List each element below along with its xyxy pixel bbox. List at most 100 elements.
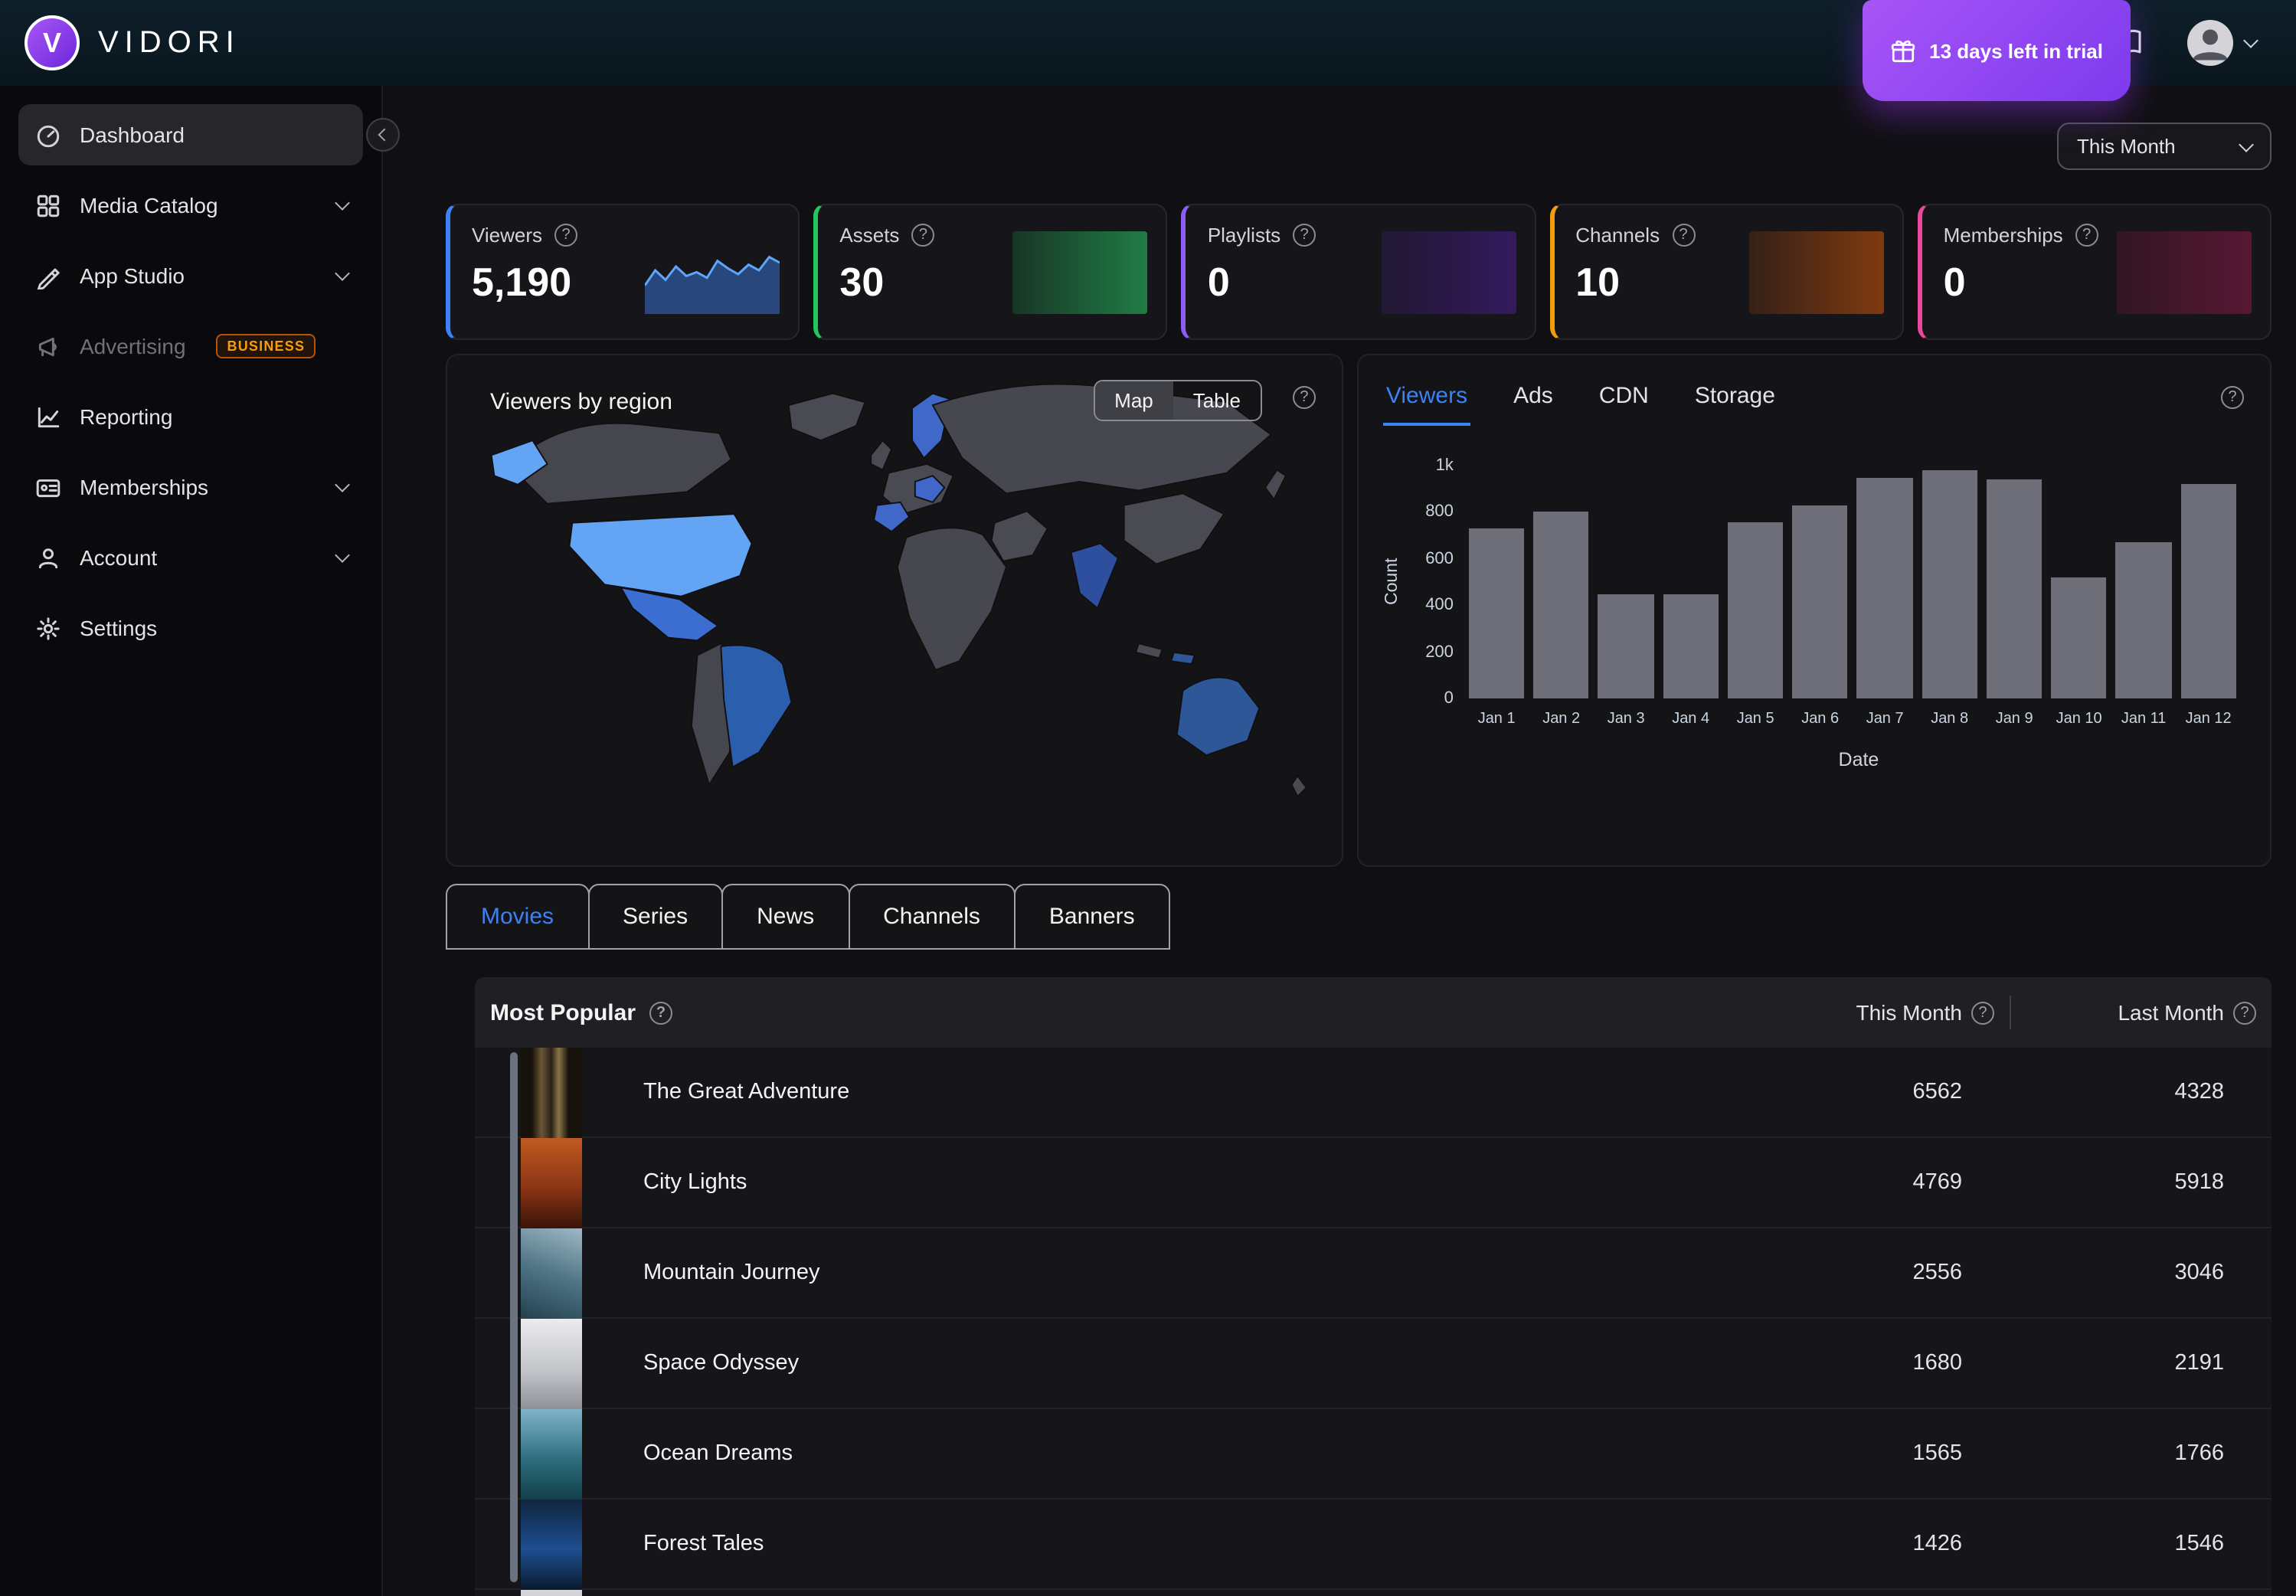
row-this-month-value: 1680	[1749, 1351, 2010, 1375]
brand-name: VIDORI	[98, 25, 240, 61]
row-title: Mountain Journey	[643, 1261, 1749, 1285]
tab-storage[interactable]: Storage	[1692, 377, 1778, 426]
table-title: Most Popular	[490, 999, 636, 1025]
tab-ads[interactable]: Ads	[1510, 377, 1556, 426]
tab-news[interactable]: News	[721, 884, 849, 950]
help-icon[interactable]	[554, 224, 577, 247]
table-row[interactable]: Ocean Dreams15651766	[475, 1409, 2271, 1500]
gift-icon	[1889, 38, 1915, 64]
bar-jan-2	[1533, 512, 1589, 698]
business-badge: BUSINESS	[217, 334, 316, 358]
sidebar-item-reporting[interactable]: Reporting	[18, 386, 363, 447]
table-row[interactable]: The Great Adventure65624328	[475, 1048, 2271, 1138]
x-tick-label: Jan 10	[2051, 711, 2107, 728]
table-scrollbar[interactable]	[510, 1052, 518, 1582]
row-this-month-value: 2556	[1749, 1261, 2010, 1285]
trial-countdown-button[interactable]: 13 days left in trial	[1862, 0, 2131, 101]
sidebar-item-app-studio[interactable]: App Studio	[18, 245, 363, 306]
help-icon[interactable]	[2221, 386, 2244, 409]
tab-movies[interactable]: Movies	[446, 884, 589, 950]
bar-jan-5	[1728, 522, 1784, 698]
period-select[interactable]: This Month	[2057, 123, 2271, 170]
viewers-by-region-panel: Viewers by region Map Table	[446, 354, 1343, 867]
x-tick-label: Jan 9	[1987, 711, 2043, 728]
chart-icon	[34, 403, 61, 430]
bar-jan-8	[1922, 470, 1977, 698]
playlists-sparkline	[1381, 231, 1516, 314]
sidebar-item-settings[interactable]: Settings	[18, 597, 363, 659]
stat-cards-row: Viewers 5,190 Assets 30 Playlists 0 Chan…	[446, 204, 2271, 340]
stat-label: Playlists	[1208, 224, 1280, 247]
row-thumbnail	[521, 1228, 582, 1318]
x-tick-label: Jan 4	[1663, 711, 1719, 728]
help-icon[interactable]	[649, 1001, 672, 1024]
bar-jan-4	[1663, 594, 1719, 698]
period-value: This Month	[2077, 135, 2176, 158]
bar-jan-9	[1987, 479, 2043, 698]
sidebar-item-memberships[interactable]: Memberships	[18, 456, 363, 518]
map-canada	[518, 424, 731, 504]
toggle-map[interactable]: Map	[1094, 381, 1173, 420]
row-thumbnail	[521, 1137, 582, 1228]
memberships-sparkline	[2117, 231, 2252, 314]
tab-banners[interactable]: Banners	[1014, 884, 1170, 950]
tab-cdn[interactable]: CDN	[1596, 377, 1652, 426]
viewers-sparkline	[645, 231, 780, 314]
id-card-icon	[34, 473, 61, 501]
help-icon[interactable]	[1293, 386, 1316, 409]
row-title: The Great Adventure	[643, 1080, 1749, 1104]
map-india	[1071, 544, 1117, 609]
map-uk	[871, 440, 891, 469]
sidebar-collapse-button[interactable]	[366, 118, 400, 152]
row-title: Ocean Dreams	[643, 1441, 1749, 1466]
map-middle-east	[992, 511, 1048, 561]
table-row[interactable]: Forest Tales14261546	[475, 1500, 2271, 1590]
tab-channels[interactable]: Channels	[848, 884, 1016, 950]
help-icon[interactable]	[2233, 1001, 2256, 1024]
sidebar-item-account[interactable]: Account	[18, 527, 363, 588]
row-this-month-value: 6562	[1749, 1080, 2010, 1104]
y-tick-label: 800	[1425, 505, 1454, 520]
map-panel-title: Viewers by region	[490, 389, 672, 415]
metrics-panel: Viewers Ads CDN Storage Count 1k80060040…	[1357, 354, 2271, 867]
chart-bars	[1469, 466, 2236, 698]
row-last-month-value: 1546	[2011, 1532, 2271, 1556]
stat-card: Playlists 0	[1182, 204, 1536, 340]
help-icon[interactable]	[1971, 1001, 1994, 1024]
most-popular-table: Most Popular This Month Last Month The G…	[475, 977, 2271, 1596]
stat-card: Assets 30	[813, 204, 1167, 340]
account-menu-button[interactable]	[2178, 18, 2265, 67]
table-row[interactable]: Mountain Journey25563046	[475, 1228, 2271, 1319]
vidori-logo[interactable]: V VIDORI	[25, 15, 240, 70]
help-icon[interactable]	[1293, 224, 1316, 247]
table-row[interactable]: Space Odyssey16802191	[475, 1319, 2271, 1409]
row-gutter	[475, 1590, 521, 1596]
table-header: Most Popular This Month Last Month	[475, 977, 2271, 1048]
y-tick-label: 1k	[1436, 458, 1454, 473]
sidebar-item-dashboard[interactable]: Dashboard	[18, 104, 363, 165]
column-last-month: Last Month	[2011, 1000, 2271, 1025]
row-this-month-value: 1565	[1749, 1441, 2010, 1466]
table-row[interactable]: Urban Legend12861286	[475, 1590, 2271, 1596]
toggle-table[interactable]: Table	[1173, 381, 1261, 420]
bar-jan-11	[2116, 542, 2172, 698]
map-indonesia-2	[1171, 652, 1195, 664]
stat-card: Viewers 5,190	[446, 204, 800, 340]
help-icon[interactable]	[911, 224, 934, 247]
sidebar: Dashboard Media Catalog App Studio Adver…	[0, 86, 383, 1596]
row-thumbnail	[521, 1047, 582, 1137]
sidebar-item-media-catalog[interactable]: Media Catalog	[18, 175, 363, 236]
y-tick-label: 400	[1425, 597, 1454, 613]
row-thumbnail	[521, 1589, 582, 1596]
tab-viewers[interactable]: Viewers	[1383, 377, 1470, 426]
sidebar-item-advertising[interactable]: Advertising BUSINESS	[18, 316, 363, 377]
x-tick-label: Jan 2	[1533, 711, 1589, 728]
user-icon	[2187, 20, 2233, 66]
help-icon[interactable]	[1672, 224, 1695, 247]
help-icon[interactable]	[2075, 224, 2098, 247]
tab-series[interactable]: Series	[587, 884, 723, 950]
table-row[interactable]: City Lights47695918	[475, 1138, 2271, 1228]
x-tick-label: Jan 6	[1792, 711, 1848, 728]
app: V VIDORI 13 days left in trial	[0, 0, 2296, 1596]
x-tick-label: Jan 11	[2116, 711, 2172, 728]
